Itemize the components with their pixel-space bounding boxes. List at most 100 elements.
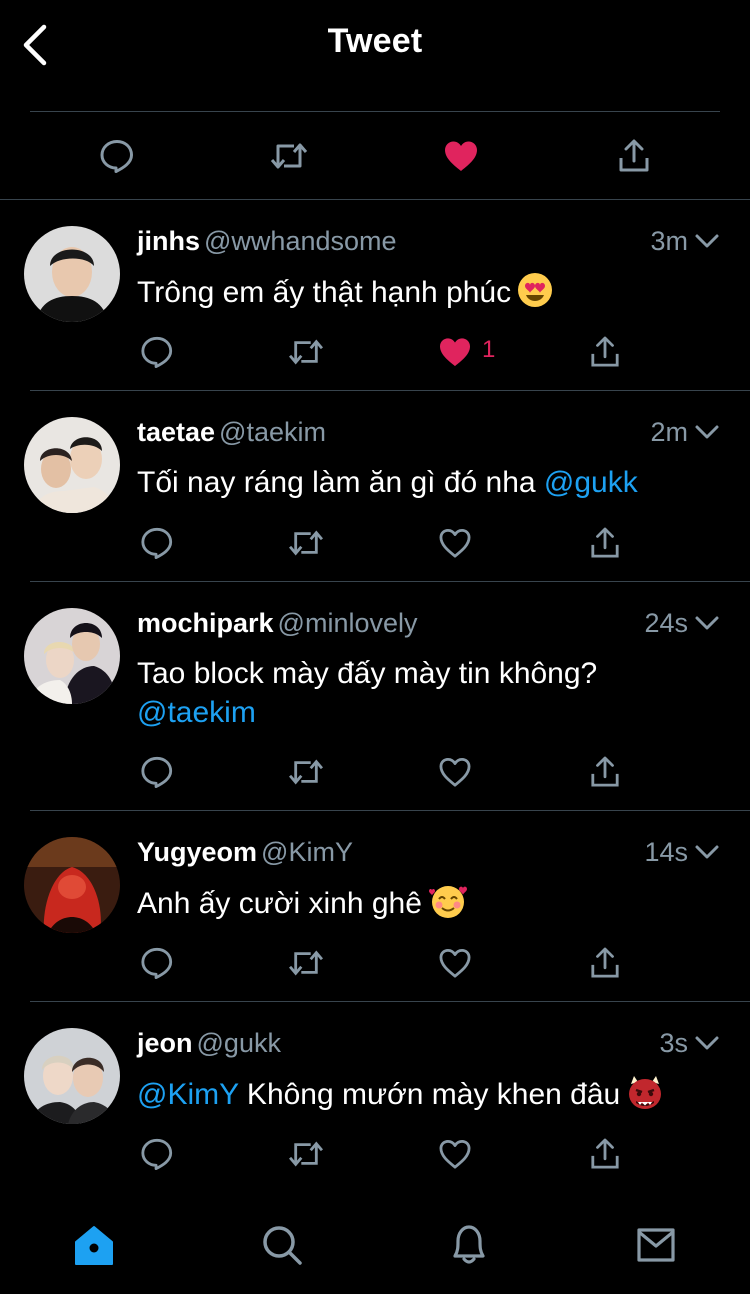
tab-search[interactable] [257, 1220, 307, 1270]
chevron-down-icon[interactable] [694, 419, 720, 445]
avatar[interactable] [24, 1028, 120, 1124]
heart-outline-icon [439, 948, 471, 978]
user-handle[interactable]: @wwhandsome [204, 226, 397, 256]
divider [30, 810, 750, 811]
mention-link[interactable]: @KimY [137, 1078, 239, 1111]
chevron-down-icon[interactable] [694, 839, 720, 865]
retweet-icon [270, 143, 308, 169]
share-button[interactable] [612, 134, 656, 178]
reply-meta: Yugyeom @KimY 14s [137, 837, 720, 873]
share-button[interactable] [583, 521, 627, 565]
user-handle[interactable]: @KimY [261, 837, 353, 867]
reply-actions [0, 750, 750, 794]
tab-home[interactable] [69, 1220, 119, 1270]
retweet-button[interactable] [284, 750, 328, 794]
reply-text: Tối nay ráng làm ăn gì đó nha @gukk [137, 463, 710, 502]
user-handle[interactable]: @minlovely [278, 608, 418, 638]
retweet-icon [288, 530, 324, 556]
ogre-emoji [629, 1076, 662, 1109]
reply-button[interactable] [135, 330, 179, 374]
smiling-hearts-emoji [428, 886, 467, 918]
reply-icon [141, 336, 173, 369]
share-button[interactable] [583, 750, 627, 794]
heart-outline-icon [439, 757, 471, 787]
share-icon [591, 527, 619, 558]
reply-meta: mochipark @minlovely 24s [137, 608, 720, 644]
like-count: 1 [482, 336, 496, 363]
reply-button[interactable] [135, 941, 179, 985]
share-icon [591, 947, 619, 978]
heart-filled-icon [440, 338, 470, 367]
reply-icon [141, 947, 173, 980]
username[interactable]: jinhs [137, 226, 200, 256]
like-button[interactable] [433, 330, 477, 374]
username[interactable]: jeon [137, 1028, 193, 1058]
heart-outline-icon [439, 1139, 471, 1169]
share-button[interactable] [583, 330, 627, 374]
retweet-button[interactable] [267, 134, 311, 178]
bell-icon [453, 1225, 485, 1264]
reply-meta: jeon @gukk 3s [137, 1028, 720, 1064]
user-handle[interactable]: @taekim [219, 417, 326, 447]
reply-button[interactable] [135, 521, 179, 565]
reply-text-content: Tao block mày đấy mày tin không? [137, 657, 598, 690]
share-button[interactable] [583, 1132, 627, 1176]
mention-link[interactable]: @taekim [137, 696, 256, 729]
reply-text-content: Trông em ấy thật hạnh phúc [137, 276, 512, 309]
reply-text: Tao block mày đấy mày tin không? @taekim [137, 654, 710, 732]
retweet-icon [288, 1141, 324, 1167]
reply-text: Trông em ấy thật hạnh phúc [137, 272, 710, 312]
reply-text: @KimY Không mướn mày khen đâu [137, 1074, 710, 1114]
reply-button[interactable] [135, 1132, 179, 1176]
share-icon [591, 756, 619, 787]
home-icon [75, 1226, 113, 1265]
reply-actions [0, 1132, 750, 1176]
timestamp: 3s [659, 1028, 688, 1058]
share-icon [591, 336, 619, 367]
avatar[interactable] [24, 837, 120, 933]
mention-link[interactable]: @gukk [544, 466, 638, 499]
reply-icon [141, 527, 173, 560]
chevron-down-icon[interactable] [694, 1030, 720, 1056]
avatar[interactable] [24, 608, 120, 704]
heart-filled-icon [445, 141, 477, 171]
like-button[interactable] [433, 750, 477, 794]
heart-outline-icon [439, 528, 471, 558]
chevron-down-icon[interactable] [694, 610, 720, 636]
main-tweet-actions [0, 112, 750, 200]
reply-actions: 1 [0, 330, 750, 374]
avatar[interactable] [24, 226, 120, 322]
like-button[interactable] [433, 1132, 477, 1176]
reply-text-content: Tối nay ráng làm ăn gì đó nha [137, 466, 544, 499]
reply-button[interactable] [135, 750, 179, 794]
username[interactable]: mochipark [137, 608, 274, 638]
tab-messages[interactable] [631, 1220, 681, 1270]
user-handle[interactable]: @gukk [197, 1028, 281, 1058]
retweet-button[interactable] [284, 330, 328, 374]
reply-text-content: Không mướn mày khen đâu [238, 1078, 621, 1111]
retweet-button[interactable] [284, 1132, 328, 1176]
retweet-button[interactable] [284, 521, 328, 565]
reply-meta: jinhs @wwhandsome 3m [137, 226, 720, 262]
like-button[interactable] [433, 941, 477, 985]
chevron-down-icon[interactable] [694, 228, 720, 254]
divider [30, 1001, 750, 1002]
retweet-button[interactable] [284, 941, 328, 985]
like-button[interactable] [439, 134, 483, 178]
timestamp: 24s [644, 608, 688, 638]
tab-bar [0, 1200, 750, 1294]
reply-button[interactable] [95, 134, 139, 178]
share-button[interactable] [583, 941, 627, 985]
tab-notifications[interactable] [444, 1220, 494, 1270]
share-icon [591, 1138, 619, 1169]
share-icon [619, 139, 649, 172]
reply-meta: taetae @taekim 2m [137, 417, 720, 453]
heart-eyes-emoji [518, 273, 553, 307]
avatar[interactable] [24, 417, 120, 513]
reply-actions [0, 941, 750, 985]
timestamp: 2m [650, 417, 688, 447]
like-button[interactable] [433, 521, 477, 565]
username[interactable]: taetae [137, 417, 215, 447]
mail-icon [637, 1228, 675, 1262]
username[interactable]: Yugyeom [137, 837, 257, 867]
